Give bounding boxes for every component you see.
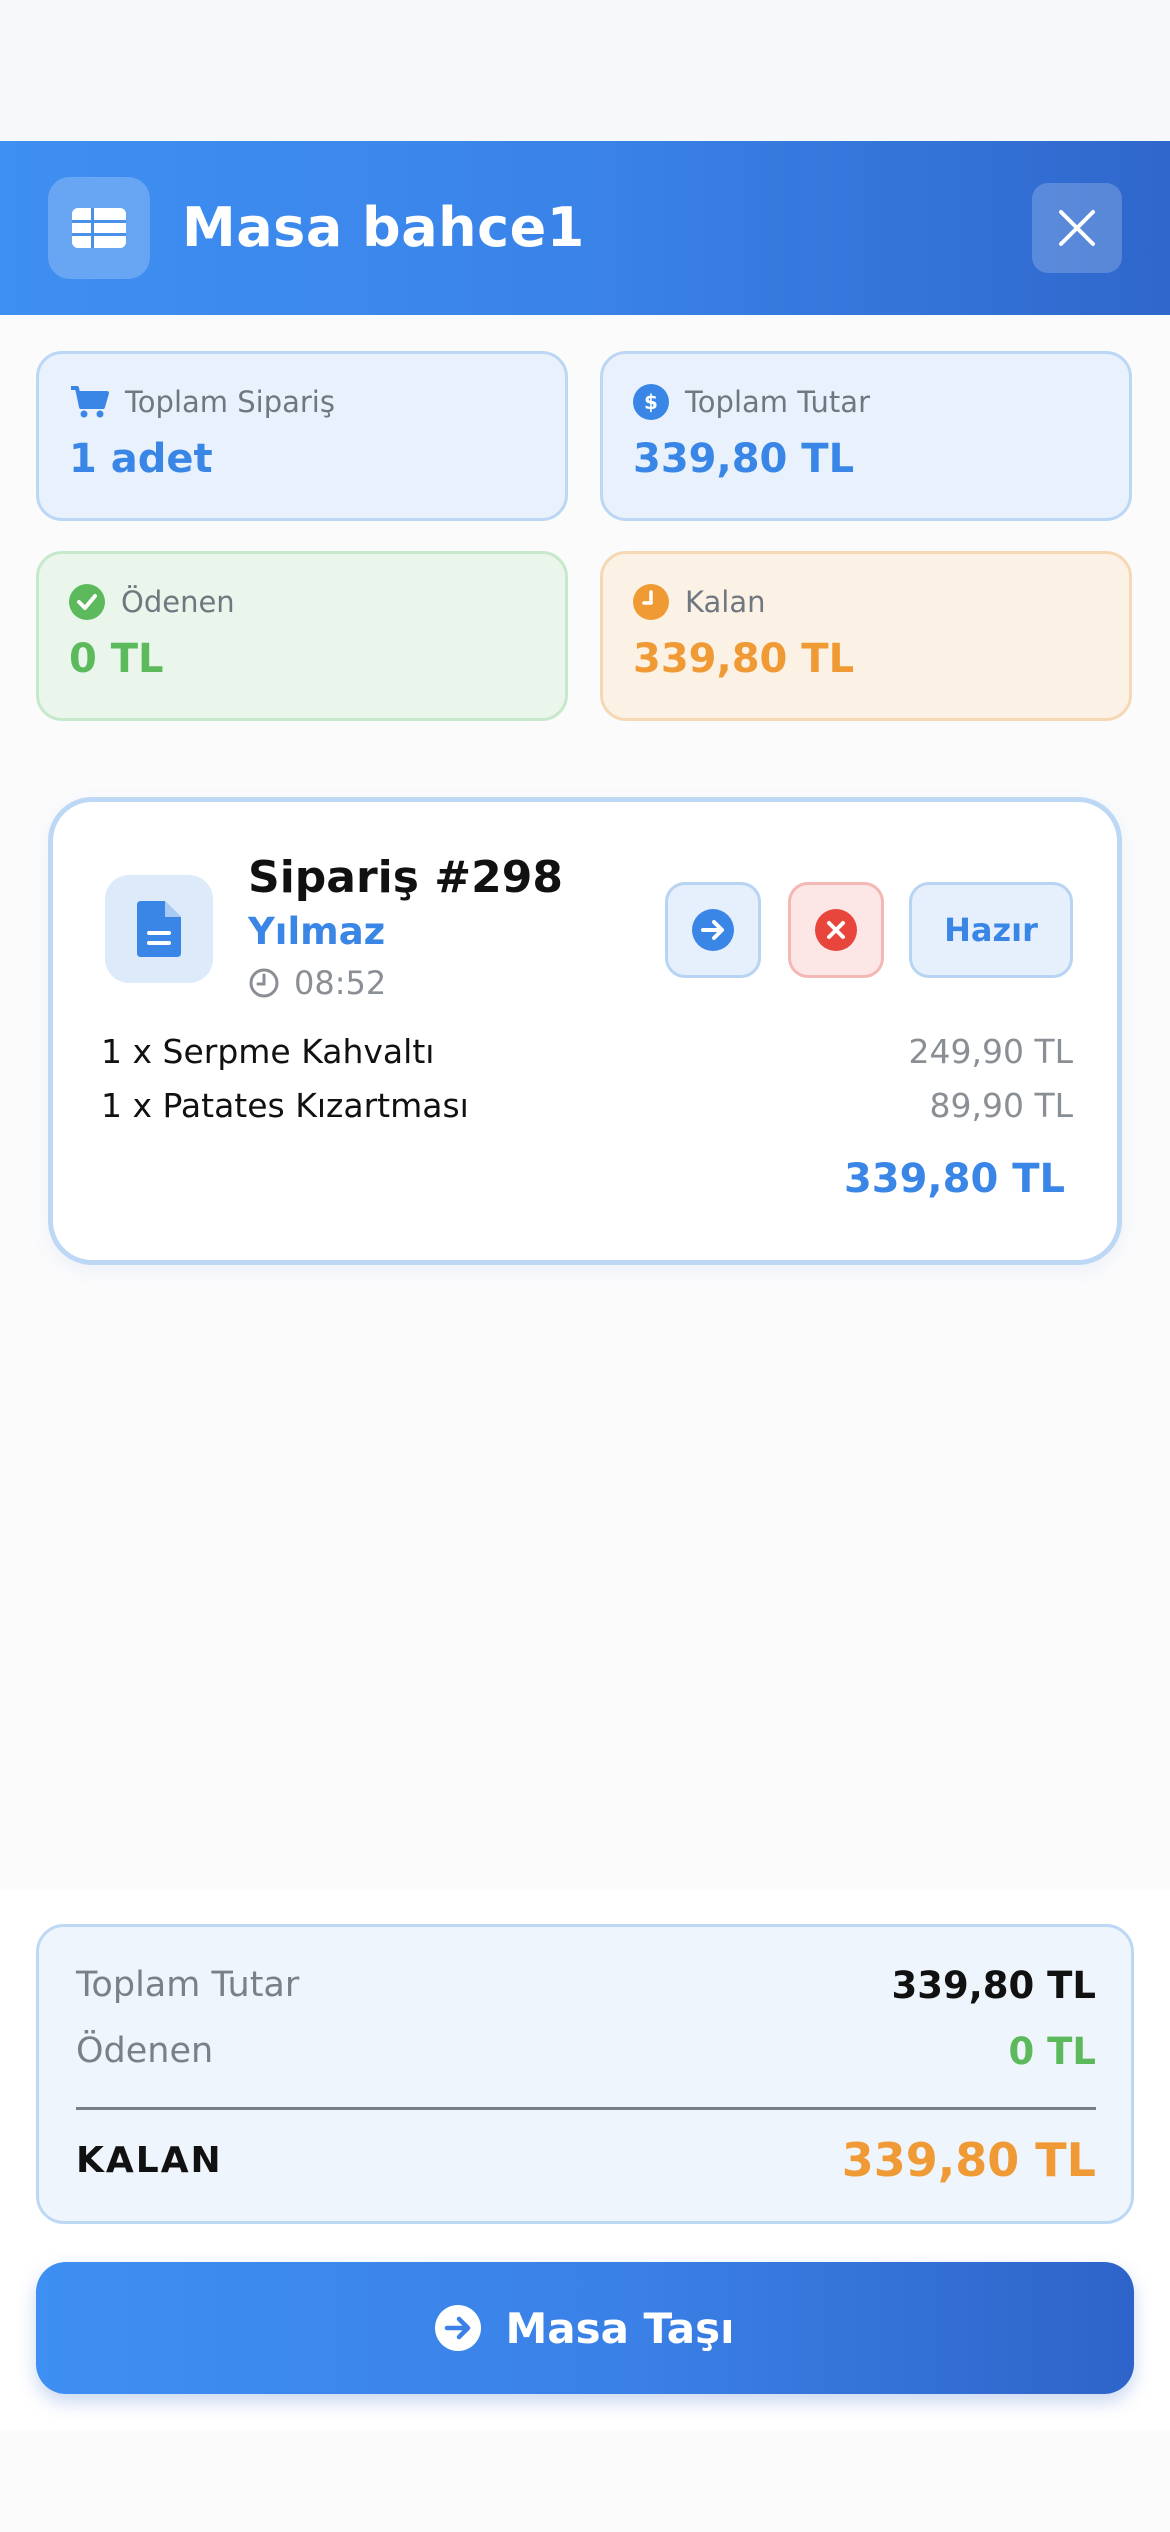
order-customer: Yılmaz: [248, 910, 386, 953]
stat-label: Toplam Tutar: [685, 385, 870, 419]
stat-value: 339,80 TL: [633, 436, 855, 482]
stat-card-paid: Ödenen 0 TL: [36, 551, 568, 721]
arrow-right-circle-icon: [692, 909, 734, 951]
move-table-button[interactable]: Masa Taşı: [36, 2262, 1134, 2394]
summary-paid-value: 0 TL: [1008, 2029, 1096, 2073]
svg-text:$: $: [644, 390, 658, 414]
stat-label: Ödenen: [121, 585, 235, 619]
item-name: 1 x Patates Kızartması: [101, 1085, 469, 1125]
order-title: Sipariş #298: [248, 852, 563, 903]
summary-paid-row: Ödenen 0 TL: [76, 2021, 1096, 2081]
order-items: 1 x Serpme Kahvaltı 249,90 TL 1 x Patate…: [101, 1024, 1073, 1132]
move-table-label: Masa Taşı: [505, 2303, 735, 2353]
clock-icon: [633, 584, 669, 620]
stat-card-total-orders: Toplam Sipariş 1 adet: [36, 351, 568, 521]
close-icon: [1059, 210, 1095, 246]
list-item: 1 x Serpme Kahvaltı 249,90 TL: [101, 1024, 1073, 1078]
check-circle-icon: [69, 584, 105, 620]
stat-label: Kalan: [685, 585, 766, 619]
stat-card-total-amount: $ Toplam Tutar 339,80 TL: [600, 351, 1132, 521]
ready-button[interactable]: Hazır: [909, 882, 1073, 978]
payment-summary: Toplam Tutar 339,80 TL Ödenen 0 TL KALAN…: [36, 1924, 1134, 2224]
summary-remaining-row: KALAN 339,80 TL: [76, 2125, 1096, 2195]
item-price: 249,90 TL: [908, 1031, 1073, 1071]
cancel-order-button[interactable]: [788, 882, 884, 978]
stat-value: 339,80 TL: [633, 636, 855, 682]
order-card[interactable]: Sipariş #298 Yılmaz 08:52 Hazır 1 x Serp…: [48, 797, 1122, 1265]
document-icon: [105, 875, 213, 983]
divider: [76, 2107, 1096, 2110]
cart-icon: [71, 386, 109, 418]
move-order-button[interactable]: [665, 882, 761, 978]
content-area: Toplam Sipariş 1 adet $ Toplam Tutar 339…: [0, 315, 1170, 1890]
page-title: Masa bahce1: [182, 196, 585, 259]
footer-area: [0, 2430, 1170, 2532]
item-name: 1 x Serpme Kahvaltı: [101, 1031, 435, 1071]
summary-remaining-value: 339,80 TL: [841, 2133, 1096, 2187]
order-time: 08:52: [294, 964, 387, 1002]
x-circle-icon: [815, 909, 857, 951]
summary-total-row: Toplam Tutar 339,80 TL: [76, 1955, 1096, 2015]
summary-total-label: Toplam Tutar: [76, 1965, 300, 2005]
clock-icon: [249, 968, 279, 998]
order-total: 339,80 TL: [843, 1156, 1065, 1202]
close-button[interactable]: [1032, 183, 1122, 273]
list-item: 1 x Patates Kızartması 89,90 TL: [101, 1078, 1073, 1132]
summary-paid-label: Ödenen: [76, 2031, 214, 2071]
stat-value: 1 adet: [69, 436, 213, 482]
item-price: 89,90 TL: [929, 1085, 1073, 1125]
stat-label: Toplam Sipariş: [125, 385, 335, 419]
modal-header: Masa bahce1: [0, 141, 1170, 315]
stat-card-remaining: Kalan 339,80 TL: [600, 551, 1132, 721]
dollar-icon: $: [633, 384, 669, 420]
summary-total-value: 339,80 TL: [891, 1963, 1096, 2007]
summary-remaining-label: KALAN: [76, 2139, 223, 2181]
table-grid-icon: [48, 177, 150, 279]
bottom-panel: Toplam Tutar 339,80 TL Ödenen 0 TL KALAN…: [0, 1890, 1170, 2430]
order-time-row: 08:52: [248, 964, 386, 1002]
arrow-right-circle-icon: [435, 2305, 482, 2351]
status-area: [0, 0, 1170, 141]
stat-value: 0 TL: [69, 636, 164, 682]
